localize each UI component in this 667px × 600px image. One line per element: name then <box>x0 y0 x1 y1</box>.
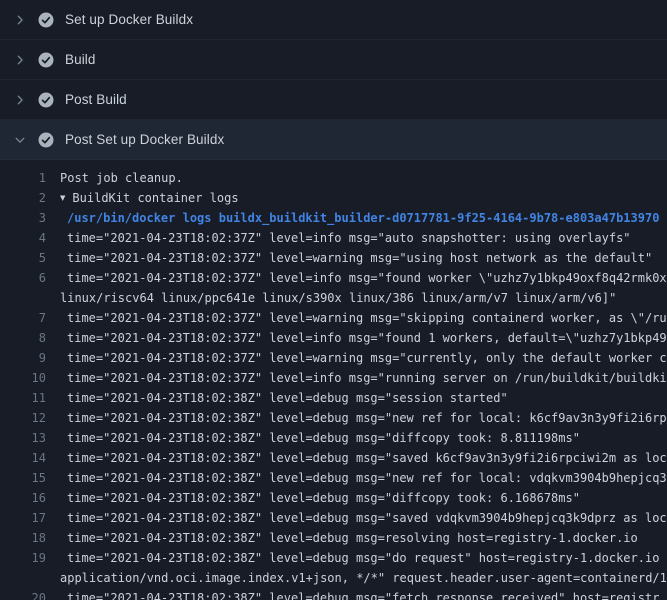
log-text: time="2021-04-23T18:02:37Z" level=info m… <box>60 228 667 248</box>
line-number <box>0 288 60 308</box>
log-text: time="2021-04-23T18:02:38Z" level=debug … <box>60 528 667 548</box>
step-section-build[interactable]: Build <box>0 40 667 80</box>
log-text: time="2021-04-23T18:02:38Z" level=debug … <box>60 408 667 428</box>
log-text: time="2021-04-23T18:02:37Z" level=info m… <box>60 368 667 388</box>
line-number[interactable]: 13 <box>0 428 60 448</box>
step-section-setup-docker-buildx[interactable]: Set up Docker Buildx <box>0 0 667 40</box>
step-label: Build <box>65 52 96 67</box>
log-text: time="2021-04-23T18:02:37Z" level=warnin… <box>60 248 667 268</box>
step-label: Post Build <box>65 92 127 107</box>
line-number[interactable]: 5 <box>0 248 60 268</box>
line-number[interactable]: 10 <box>0 368 60 388</box>
log-text: time="2021-04-23T18:02:38Z" level=debug … <box>60 428 667 448</box>
line-number[interactable]: 11 <box>0 388 60 408</box>
line-number[interactable]: 20 <box>0 588 60 600</box>
line-number[interactable]: 4 <box>0 228 60 248</box>
line-number[interactable]: 19 <box>0 548 60 568</box>
log-text: time="2021-04-23T18:02:37Z" level=warnin… <box>60 348 667 368</box>
log-line: 8 time="2021-04-23T18:02:37Z" level=info… <box>0 328 667 348</box>
step-label: Set up Docker Buildx <box>65 12 193 27</box>
log-line: 5 time="2021-04-23T18:02:37Z" level=warn… <box>0 248 667 268</box>
log-line: 11 time="2021-04-23T18:02:38Z" level=deb… <box>0 388 667 408</box>
line-number <box>0 568 60 588</box>
chevron-right-icon <box>14 94 26 106</box>
log-text: ▼ BuildKit container logs <box>60 188 667 208</box>
log-group-label: BuildKit container logs <box>72 191 238 205</box>
log-text: time="2021-04-23T18:02:38Z" level=debug … <box>60 548 667 568</box>
log-text: /usr/bin/docker logs buildx_buildkit_bui… <box>60 208 667 228</box>
log-line: 16 time="2021-04-23T18:02:38Z" level=deb… <box>0 488 667 508</box>
log-text: Post job cleanup. <box>60 168 667 188</box>
check-circle-icon <box>38 52 54 68</box>
chevron-right-icon <box>14 54 26 66</box>
log-text: time="2021-04-23T18:02:37Z" level=info m… <box>60 268 667 288</box>
chevron-right-icon <box>14 14 26 26</box>
line-number[interactable]: 17 <box>0 508 60 528</box>
log-line: 4 time="2021-04-23T18:02:37Z" level=info… <box>0 228 667 248</box>
log-line: 10 time="2021-04-23T18:02:37Z" level=inf… <box>0 368 667 388</box>
line-number[interactable]: 2 <box>0 188 60 208</box>
log-line: 20 time="2021-04-23T18:02:38Z" level=deb… <box>0 588 667 600</box>
log-line: 9 time="2021-04-23T18:02:37Z" level=warn… <box>0 348 667 368</box>
line-number[interactable]: 7 <box>0 308 60 328</box>
line-number[interactable]: 9 <box>0 348 60 368</box>
log-line: 13 time="2021-04-23T18:02:38Z" level=deb… <box>0 428 667 448</box>
chevron-down-icon <box>14 134 26 146</box>
line-number[interactable]: 15 <box>0 468 60 488</box>
step-section-post-setup-docker-buildx[interactable]: Post Set up Docker Buildx <box>0 120 667 160</box>
log-text: linux/riscv64 linux/ppc641e linux/s390x … <box>60 288 667 308</box>
log-text: time="2021-04-23T18:02:38Z" level=debug … <box>60 388 667 408</box>
line-number[interactable]: 3 <box>0 208 60 228</box>
log-line: 7 time="2021-04-23T18:02:37Z" level=warn… <box>0 308 667 328</box>
log-line: 14 time="2021-04-23T18:02:38Z" level=deb… <box>0 448 667 468</box>
log-text: time="2021-04-23T18:02:38Z" level=debug … <box>60 448 667 468</box>
log-command-line: 3 /usr/bin/docker logs buildx_buildkit_b… <box>0 208 667 228</box>
log-group-toggle[interactable]: 2 ▼ BuildKit container logs <box>0 188 667 208</box>
log-text: application/vnd.oci.image.index.v1+json,… <box>60 568 667 588</box>
log-text: time="2021-04-23T18:02:38Z" level=debug … <box>60 468 667 488</box>
line-number[interactable]: 18 <box>0 528 60 548</box>
line-number[interactable]: 14 <box>0 448 60 468</box>
log-text: time="2021-04-23T18:02:38Z" level=debug … <box>60 488 667 508</box>
step-log-output: 1 Post job cleanup. 2 ▼ BuildKit containe… <box>0 160 667 600</box>
log-line: 12 time="2021-04-23T18:02:38Z" level=deb… <box>0 408 667 428</box>
step-label: Post Set up Docker Buildx <box>65 132 224 147</box>
check-circle-icon <box>38 92 54 108</box>
log-text: time="2021-04-23T18:02:38Z" level=debug … <box>60 508 667 528</box>
log-line-wrap: application/vnd.oci.image.index.v1+json,… <box>0 568 667 588</box>
log-line: 17 time="2021-04-23T18:02:38Z" level=deb… <box>0 508 667 528</box>
line-number[interactable]: 6 <box>0 268 60 288</box>
log-line-wrap: linux/riscv64 linux/ppc641e linux/s390x … <box>0 288 667 308</box>
log-line: 18 time="2021-04-23T18:02:38Z" level=deb… <box>0 528 667 548</box>
line-number[interactable]: 1 <box>0 168 60 188</box>
log-line: 6 time="2021-04-23T18:02:37Z" level=info… <box>0 268 667 288</box>
step-section-post-build[interactable]: Post Build <box>0 80 667 120</box>
line-number[interactable]: 12 <box>0 408 60 428</box>
line-number[interactable]: 8 <box>0 328 60 348</box>
log-text: time="2021-04-23T18:02:37Z" level=info m… <box>60 328 667 348</box>
log-text: time="2021-04-23T18:02:38Z" level=debug … <box>60 588 667 600</box>
workflow-log-viewer: Set up Docker Buildx Build Post Build Po… <box>0 0 667 600</box>
log-line: 15 time="2021-04-23T18:02:38Z" level=deb… <box>0 468 667 488</box>
check-circle-icon <box>38 132 54 148</box>
caret-down-icon: ▼ <box>60 189 65 209</box>
check-circle-icon <box>38 12 54 28</box>
log-text: time="2021-04-23T18:02:37Z" level=warnin… <box>60 308 667 328</box>
line-number[interactable]: 16 <box>0 488 60 508</box>
log-line: 1 Post job cleanup. <box>0 168 667 188</box>
log-line: 19 time="2021-04-23T18:02:38Z" level=deb… <box>0 548 667 568</box>
